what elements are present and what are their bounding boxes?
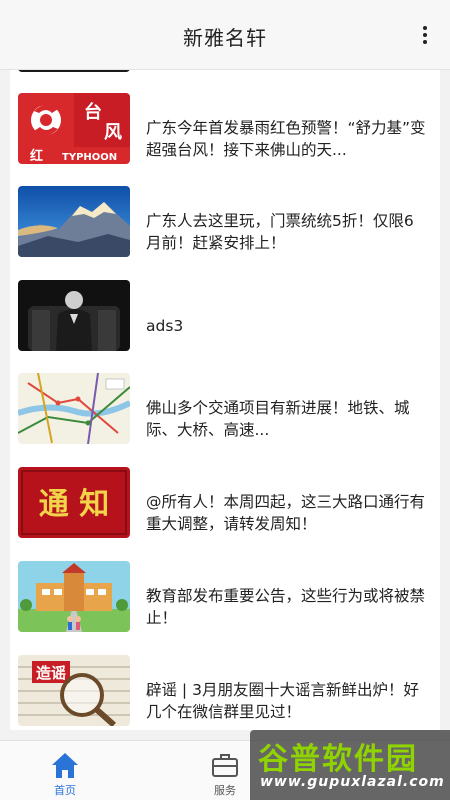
page-title: 新雅名轩 (183, 26, 267, 50)
article-title: 广东人去这里玩，门票统统5折！仅限6月前！赶紧安排上！ (146, 212, 414, 252)
thumb-notice-text: 通 知 (39, 487, 109, 522)
app-screen: 新雅名轩 台 风 红 TYPHOON 广东今年首发暴雨红色预警！“舒力基”变超强… (0, 0, 450, 800)
article-title: @所有人！本周四起，这三大路口通行有重大调整，请转发周知！ (146, 493, 426, 533)
rumor-debunk-image: 造谣 (18, 655, 130, 726)
article-item[interactable]: ads3 (10, 267, 440, 351)
article-title: 辟谣 | 3月朋友圈十大谣言新鲜出炉！好几个在微信群里见过！ (146, 681, 419, 721)
article-title: 教育部发布重要公告，这些行为或将被禁止！ (146, 587, 426, 627)
watermark-overlay: 谷普软件园 www.gupuxlazal.com (250, 730, 450, 800)
article-item[interactable]: 造谣 辟谣 | 3月朋友圈十大谣言新鲜出炉！好几个在微信群里见过！ (10, 642, 440, 726)
thumb-rumor-text: 造谣 (36, 664, 66, 682)
article-item[interactable]: 教育部发布重要公告，这些行为或将被禁止！ (10, 548, 440, 632)
partial-article-thumbnail[interactable] (18, 70, 130, 72)
snow-mountain-image (18, 186, 130, 257)
article-item[interactable]: 佛山多个交通项目有新进展！地铁、城际、大桥、高速... (10, 360, 440, 444)
notice-image: 通 知 (18, 467, 130, 538)
more-options-icon[interactable] (422, 26, 428, 46)
article-title: ads3 (146, 317, 184, 335)
transit-map-image (18, 373, 130, 444)
thumb-text-tai: 台 (84, 101, 102, 123)
article-title: 广东今年首发暴雨红色预警！“舒力基”变超强台风！接下来佛山的天... (146, 119, 426, 159)
tab-home[interactable]: 首页 (20, 741, 110, 800)
article-item[interactable]: 广东人去这里玩，门票统统5折！仅限6月前！赶紧安排上！ (10, 173, 440, 257)
home-icon (52, 753, 78, 778)
man-in-chair-image (18, 280, 130, 351)
tab-label: 首页 (54, 784, 76, 797)
thumb-text-hong: 红 (30, 148, 43, 164)
watermark-url: www.gupuxlazal.com (260, 774, 445, 790)
watermark-logo-text: 谷普软件园 (258, 742, 418, 777)
article-item[interactable]: 通 知 @所有人！本周四起，这三大路口通行有重大调整，请转发周知！ (10, 454, 440, 538)
article-item[interactable]: 台 风 红 TYPHOON 广东今年首发暴雨红色预警！“舒力基”变超强台风！接下… (10, 80, 440, 164)
top-app-bar: 新雅名轩 (0, 0, 450, 70)
article-title: 佛山多个交通项目有新进展！地铁、城际、大桥、高速... (146, 399, 410, 439)
thumb-text-feng: 风 (104, 122, 122, 143)
toolbox-icon (212, 754, 238, 777)
school-image (18, 561, 130, 632)
thumb-text-typhoon: TYPHOON (62, 152, 117, 163)
typhoon-warning-image: 台 风 红 TYPHOON (18, 93, 130, 164)
article-list[interactable]: 台 风 红 TYPHOON 广东今年首发暴雨红色预警！“舒力基”变超强台风！接下… (10, 70, 440, 730)
